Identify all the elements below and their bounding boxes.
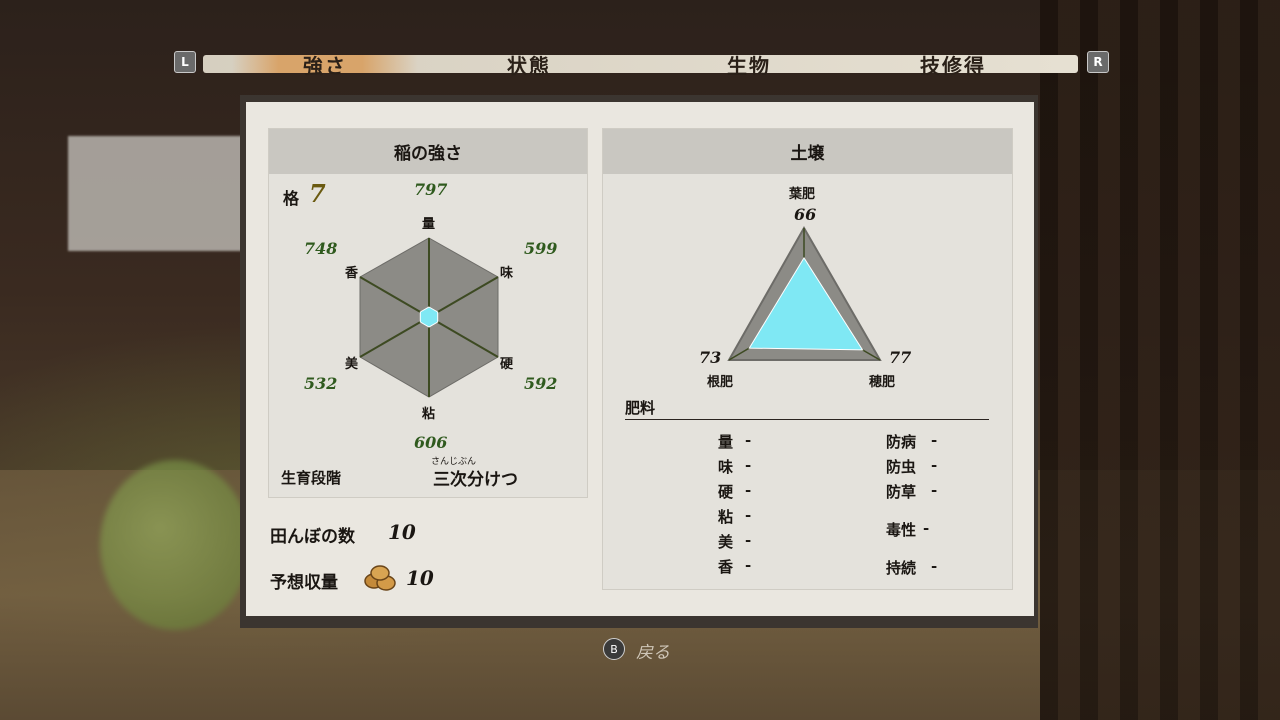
fert-toxicity-value: - [923,519,930,537]
stat-value-quantity: 797 [414,180,448,199]
main-panel: 稲の強さ 格 7 量 味 硬 粘 美 香 797 599 592 606 532… [246,102,1034,616]
expected-yield-label: 予想収量 [270,573,338,593]
fert-weed-label: 防草 [886,483,917,501]
back-label[interactable]: 戻る [636,638,670,663]
stat-value-beauty: 532 [304,374,338,393]
fert-beauty-value: - [745,531,752,549]
growth-stage-label: 生育段階 [281,469,342,487]
fert-duration-value: - [931,557,938,575]
stat-value-aroma: 748 [304,239,338,258]
fertilizer-divider [625,419,989,420]
growth-stage-value: 三次分けつ [433,470,518,490]
stat-label-taste: 味 [500,266,514,281]
fert-hardness-value: - [745,481,752,499]
fert-quantity-label: 量 [718,433,734,451]
fert-weed-value: - [931,481,938,499]
tab-strength[interactable]: 強さ [303,50,347,78]
stat-label-beauty: 美 [345,357,359,372]
fert-insect-value: - [931,456,938,474]
stat-label-quantity: 量 [422,217,436,232]
ear-fertilizer-value: 77 [889,348,912,367]
rice-strength-panel: 稲の強さ 格 7 量 味 硬 粘 美 香 797 599 592 606 532… [268,128,588,498]
field-count-label: 田んぼの数 [270,527,355,547]
fert-disease-label: 防病 [886,433,917,451]
expected-yield-value: 10 [406,566,434,590]
stat-label-hardness: 硬 [500,357,514,372]
leaf-fertilizer-label: 葉肥 [789,187,816,202]
fert-hardness-label: 硬 [718,483,734,501]
fert-aroma-label: 香 [718,558,734,576]
fert-insect-label: 防虫 [886,458,917,476]
tab-skills[interactable]: 技修得 [920,50,986,78]
fert-taste-value: - [745,456,752,474]
fert-quantity-value: - [745,431,752,449]
root-fertilizer-value: 73 [699,348,722,367]
root-fertilizer-label: 根肥 [707,375,734,390]
field-count-value: 10 [388,520,416,544]
fert-stickiness-value: - [745,506,752,524]
leaf-fertilizer-value: 66 [794,205,817,224]
fert-taste-label: 味 [718,458,734,476]
soil-panel: 土壌 葉肥 66 73 根肥 77 穂肥 肥料 量 - 味 - 硬 - 粘 - … [602,128,1013,590]
ear-fertilizer-label: 穂肥 [869,375,896,390]
fert-aroma-value: - [745,556,752,574]
fert-duration-label: 持続 [886,559,917,577]
fert-stickiness-label: 粘 [718,508,734,526]
fert-toxicity-label: 毒性 [886,521,917,539]
b-button-icon[interactable]: B [603,638,625,660]
stat-value-taste: 599 [524,239,558,258]
l-shoulder-icon[interactable]: L [174,51,196,73]
background-frog [100,460,250,630]
r-shoulder-icon[interactable]: R [1087,51,1109,73]
stat-value-hardness: 592 [524,374,558,393]
fertilizer-title: 肥料 [625,399,656,417]
stat-label-stickiness: 粘 [422,407,436,422]
background-curtain [1040,0,1280,720]
background-window [68,136,248,251]
stat-value-stickiness: 606 [414,433,448,452]
tab-creatures[interactable]: 生物 [727,50,771,78]
tab-status[interactable]: 状態 [507,50,551,78]
fert-beauty-label: 美 [718,533,734,551]
rice-value-area [419,306,439,328]
rice-bale-icon [364,565,396,591]
stat-label-aroma: 香 [345,266,359,281]
fert-disease-value: - [931,431,938,449]
